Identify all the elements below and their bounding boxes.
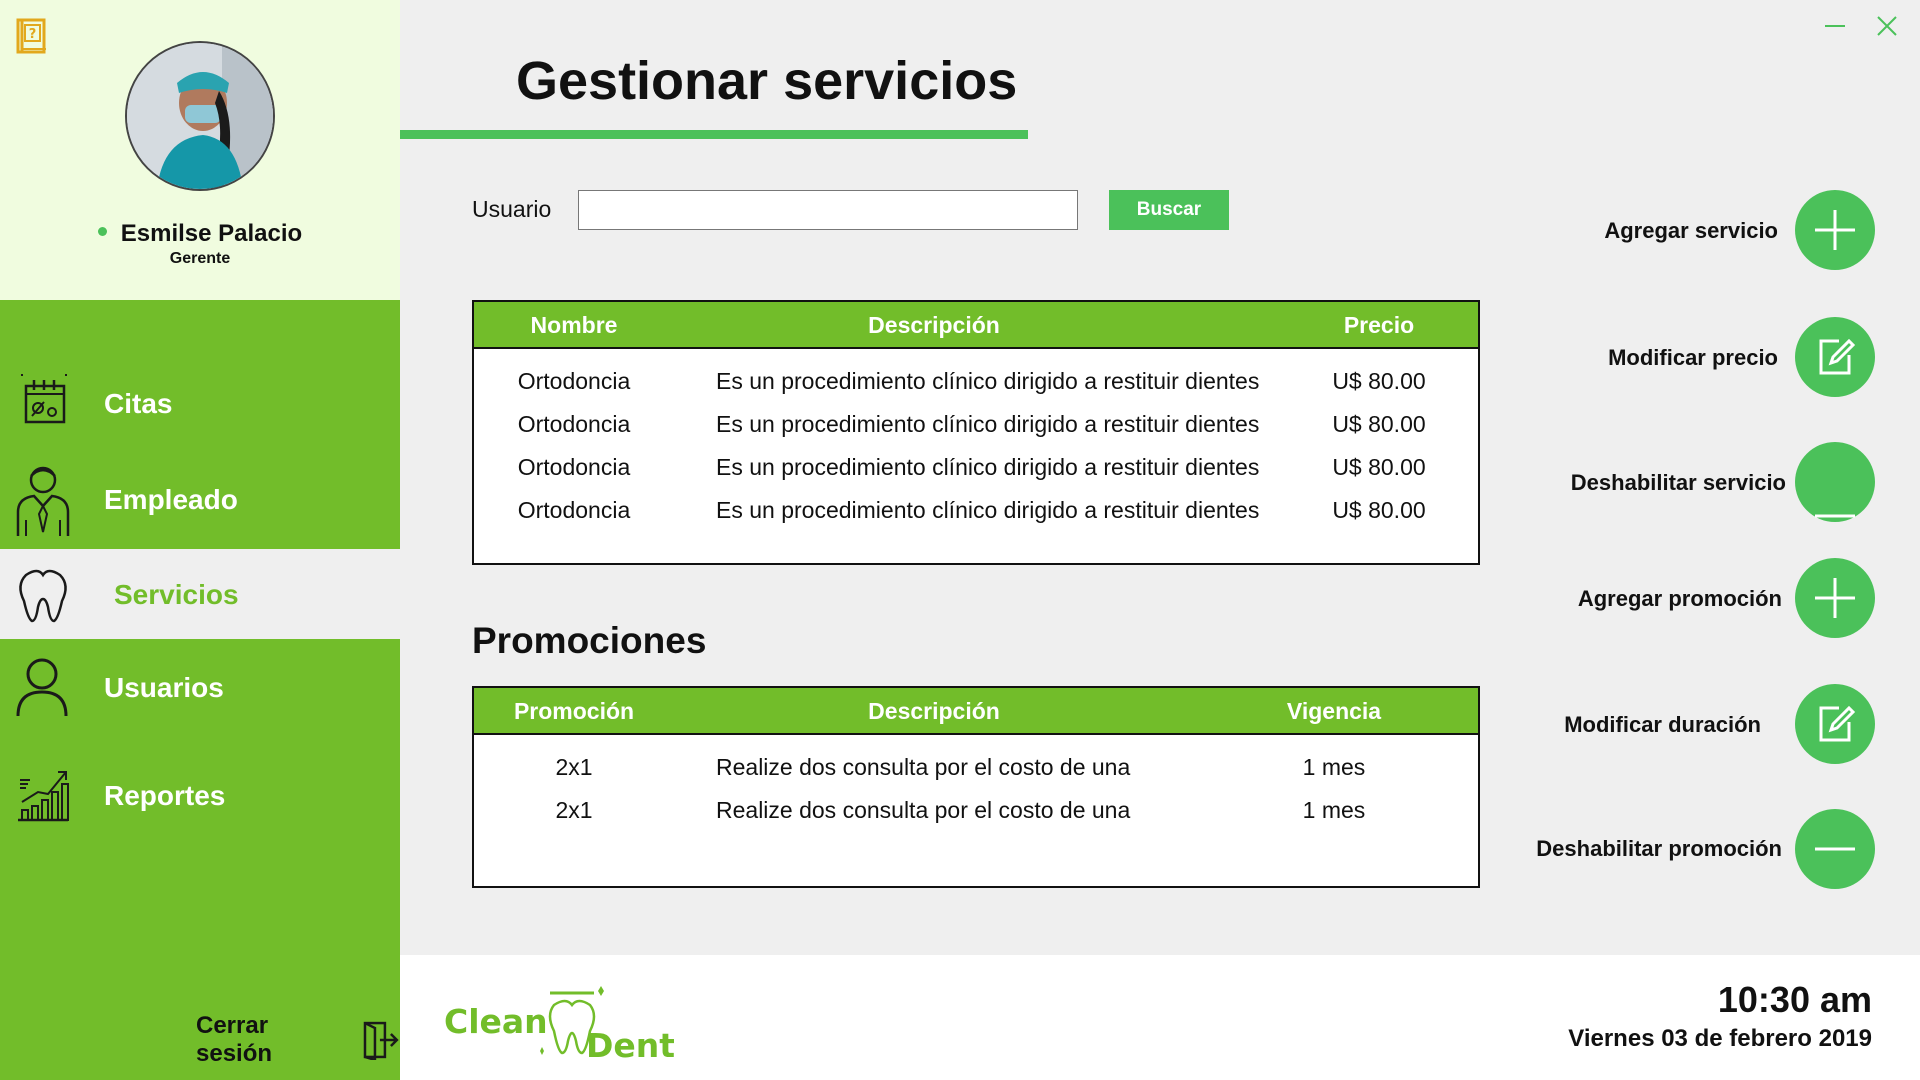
sidebar-item-servicios[interactable]: Servicios bbox=[0, 551, 400, 639]
edit-icon bbox=[1819, 338, 1856, 375]
sidebar-item-empleado[interactable]: Empleado bbox=[0, 456, 400, 544]
table-row[interactable]: 2x1 Realize dos consulta por el costo de… bbox=[474, 789, 1478, 832]
cell-descripcion: Es un procedimiento clínico dirigido a r… bbox=[716, 411, 1260, 437]
table-row[interactable]: Ortodoncia Es un procedimiento clínico d… bbox=[474, 446, 1478, 489]
table-header: Nombre Descripción Precio bbox=[474, 302, 1478, 349]
modify-duration-label: Modificar duración bbox=[1564, 712, 1761, 737]
cell-nombre: Ortodoncia bbox=[517, 411, 631, 437]
clock-time: 10:30 am bbox=[1717, 979, 1872, 1020]
cell-descripcion: Es un procedimiento clínico dirigido a r… bbox=[716, 454, 1260, 480]
cell-descripcion: Es un procedimiento clínico dirigido a r… bbox=[716, 368, 1260, 394]
column-header[interactable]: Descripción bbox=[674, 302, 1194, 349]
user-name-text: Esmilse Palacio bbox=[120, 220, 303, 247]
cell-descripcion: Realize dos consulta por el costo de una bbox=[716, 754, 1131, 780]
disable-service-button[interactable] bbox=[1795, 442, 1875, 522]
search-label: Usuario bbox=[472, 196, 552, 222]
title-underline bbox=[400, 130, 1028, 139]
table-row[interactable]: 2x1 Realize dos consulta por el costo de… bbox=[474, 746, 1478, 789]
search-input[interactable] bbox=[578, 190, 1078, 230]
column-header[interactable]: Precio bbox=[1304, 302, 1454, 349]
sidebar-item-label: Servicios bbox=[114, 579, 239, 610]
add-promotion-label: Agregar promoción bbox=[1577, 586, 1782, 611]
column-header[interactable]: Promoción bbox=[474, 688, 674, 735]
column-header[interactable]: Vigencia bbox=[1234, 688, 1434, 735]
logout-label: Cerrar sesión bbox=[196, 1012, 273, 1067]
cell-vigencia: 1 mes bbox=[1302, 797, 1366, 823]
status-dot bbox=[97, 227, 107, 237]
services-table: Nombre Descripción Precio Ortodoncia Es … bbox=[472, 300, 1480, 565]
table-header: Promoción Descripción Vigencia bbox=[474, 688, 1478, 735]
sidebar-item-label: Empleado bbox=[104, 484, 238, 515]
add-service-label: Agregar servicio bbox=[1604, 218, 1778, 243]
user-name: Esmilse Palacio bbox=[0, 220, 400, 248]
footer: Clean Dent 10:30 am Viernes 03 de febrer… bbox=[400, 955, 1920, 1080]
column-header[interactable]: Nombre bbox=[474, 302, 674, 349]
edit-icon bbox=[1819, 705, 1856, 742]
user-icon bbox=[14, 656, 72, 720]
cell-precio: U$ 80.00 bbox=[1332, 368, 1426, 394]
brand-text-clean: Clean bbox=[444, 1002, 548, 1041]
sidebar-item-label: Usuarios bbox=[104, 672, 224, 703]
cell-vigencia: 1 mes bbox=[1302, 754, 1366, 780]
search-button[interactable]: Buscar bbox=[1109, 190, 1229, 230]
clock-date: Viernes 03 de febrero 2019 bbox=[1568, 1025, 1872, 1052]
avatar bbox=[125, 41, 275, 191]
cell-nombre: Ortodoncia bbox=[517, 368, 631, 394]
close-icon[interactable] bbox=[1875, 14, 1899, 38]
promotions-title: Promociones bbox=[472, 620, 707, 661]
modify-duration-button[interactable] bbox=[1795, 684, 1875, 764]
cell-precio: U$ 80.00 bbox=[1332, 497, 1426, 523]
employee-icon bbox=[14, 466, 72, 536]
calendar-icon bbox=[14, 372, 72, 436]
minus-icon bbox=[1815, 847, 1855, 851]
disable-service-label: Deshabilitar servicio bbox=[1570, 470, 1786, 495]
add-promotion-button[interactable] bbox=[1795, 558, 1875, 638]
tooth-icon bbox=[14, 563, 72, 627]
cell-nombre: Ortodoncia bbox=[517, 454, 631, 480]
svg-text:?: ? bbox=[29, 27, 37, 42]
brand-logo: Clean Dent bbox=[444, 983, 675, 1073]
sidebar-item-label: Citas bbox=[104, 388, 173, 419]
exit-door-icon bbox=[363, 1021, 399, 1060]
disable-promotion-button[interactable] bbox=[1795, 809, 1875, 889]
modify-price-label: Modificar precio bbox=[1608, 345, 1778, 370]
plus-icon bbox=[1815, 578, 1855, 618]
logout-button[interactable]: Cerrar sesión bbox=[196, 1012, 400, 1068]
cell-descripcion: Realize dos consulta por el costo de una bbox=[716, 797, 1131, 823]
minus-icon bbox=[1815, 514, 1855, 518]
help-icon[interactable]: ? bbox=[16, 18, 50, 56]
cell-precio: U$ 80.00 bbox=[1332, 411, 1426, 437]
sidebar-item-label: Reportes bbox=[104, 780, 226, 811]
page-title: Gestionar servicios bbox=[516, 51, 1018, 111]
sidebar-item-usuarios[interactable]: Usuarios bbox=[0, 644, 400, 732]
cell-nombre: Ortodoncia bbox=[517, 497, 631, 523]
sidebar-item-citas[interactable]: Citas bbox=[0, 360, 400, 448]
table-row[interactable]: Ortodoncia Es un procedimiento clínico d… bbox=[474, 489, 1478, 532]
cell-promocion: 2x1 bbox=[555, 797, 593, 823]
cell-descripcion: Es un procedimiento clínico dirigido a r… bbox=[716, 497, 1260, 523]
column-header[interactable]: Descripción bbox=[674, 688, 1194, 735]
table-row[interactable]: Ortodoncia Es un procedimiento clínico d… bbox=[474, 360, 1478, 403]
profile-panel: ? Esmilse Palacio Gerente bbox=[0, 0, 400, 300]
plus-icon bbox=[1815, 210, 1855, 250]
disable-promotion-label: Deshabilitar promoción bbox=[1536, 836, 1782, 861]
cell-precio: U$ 80.00 bbox=[1332, 454, 1426, 480]
sidebar-item-reportes[interactable]: Reportes bbox=[0, 752, 400, 840]
cell-promocion: 2x1 bbox=[555, 754, 593, 780]
minimize-icon[interactable] bbox=[1823, 14, 1847, 38]
chart-icon bbox=[14, 764, 72, 828]
user-role: Gerente bbox=[169, 250, 231, 267]
brand-text-dent: Dent bbox=[586, 1026, 674, 1065]
promotions-table: Promoción Descripción Vigencia 2x1 Reali… bbox=[472, 686, 1480, 888]
sidebar: ? Esmilse Palacio Gerente Citas Empleado… bbox=[0, 0, 400, 1080]
modify-price-button[interactable] bbox=[1795, 317, 1875, 397]
add-service-button[interactable] bbox=[1795, 190, 1875, 270]
table-row[interactable]: Ortodoncia Es un procedimiento clínico d… bbox=[474, 403, 1478, 446]
